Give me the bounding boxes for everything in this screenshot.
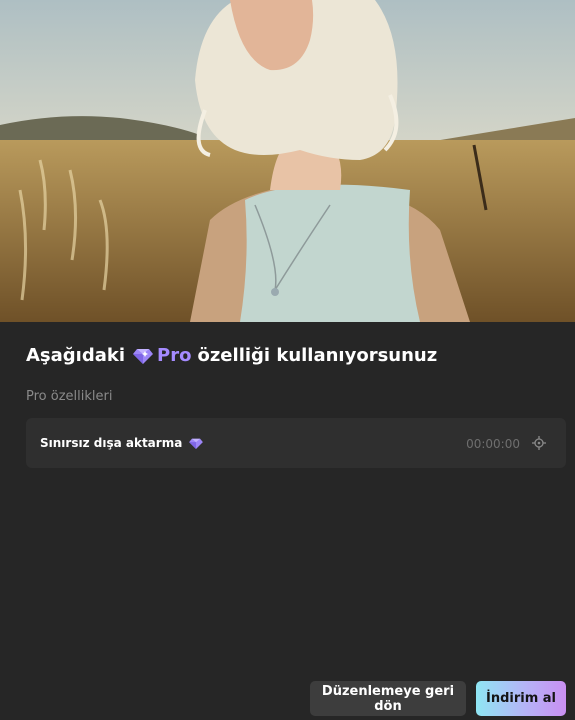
preview-illustration	[0, 0, 575, 322]
preview-image	[0, 0, 575, 322]
diamond-icon	[189, 438, 204, 449]
feature-row: Sınırsız dışa aktarma 00:00:00	[26, 418, 566, 468]
locate-icon[interactable]	[532, 435, 546, 450]
heading-prefix: Aşağıdaki	[26, 345, 126, 366]
back-to-editing-button[interactable]: Düzenlemeye geri dön	[310, 681, 466, 716]
feature-name: Sınırsız dışa aktarma	[40, 436, 204, 450]
dialog-heading: Aşağıdaki Pro özelliği kullanıyorsunuz	[26, 345, 437, 366]
get-download-button[interactable]: İndirim al	[476, 681, 566, 716]
feature-timestamp: 00:00:00	[466, 437, 520, 451]
heading-suffix: özelliği kullanıyorsunuz	[197, 345, 438, 366]
section-label: Pro özellikleri	[26, 389, 113, 404]
feature-label: Sınırsız dışa aktarma	[40, 436, 183, 450]
diamond-icon	[133, 348, 154, 364]
heading-pro-label: Pro	[157, 345, 192, 366]
